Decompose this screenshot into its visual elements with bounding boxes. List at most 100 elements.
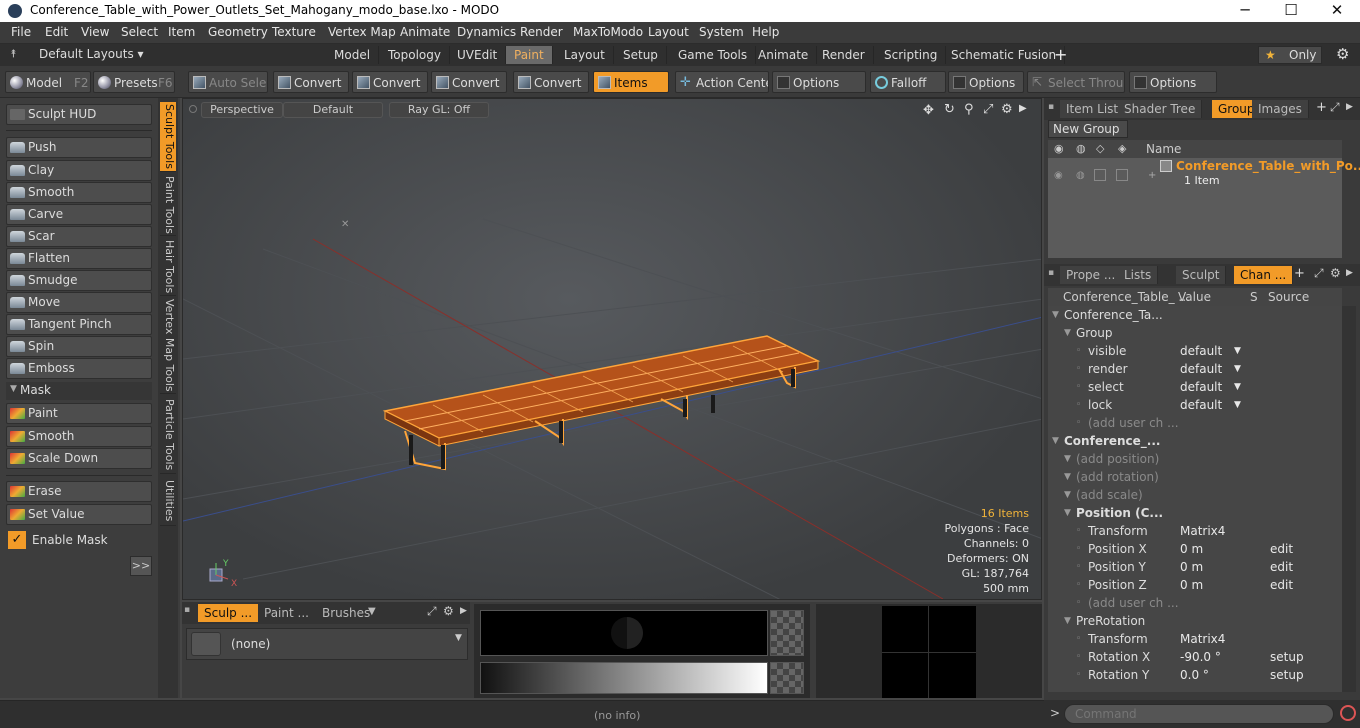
gradient-ramp[interactable] [480, 662, 768, 694]
enable-mask-toggle[interactable]: ✓ Enable Mask [6, 530, 152, 550]
channel-row[interactable]: ▼ Group [1048, 324, 1342, 342]
tool-flatten[interactable]: Flatten [6, 248, 152, 269]
tab-dropdown-icon[interactable]: ▼ [368, 606, 376, 617]
menu-layout[interactable]: Layout [648, 25, 689, 39]
collapse-arrow-icon[interactable]: ▼ [1064, 504, 1071, 522]
channel-row[interactable]: ▼ Conference_... [1048, 432, 1342, 450]
collapse-arrow-icon[interactable]: ▼ [1064, 612, 1071, 630]
vtab-particle-tools[interactable]: Particle Tools [160, 396, 176, 474]
tab-shader-tree[interactable]: Shader Tree [1118, 100, 1203, 118]
convert-button-4[interactable]: Convert [513, 71, 589, 93]
expand-icon[interactable]: ⤢ [1314, 266, 1324, 281]
channel-value[interactable]: Matrix4 [1180, 522, 1225, 540]
collapse-icon[interactable]: ⯭ [10, 47, 17, 61]
panel-gear-icon[interactable]: ⚙ [1330, 266, 1341, 280]
panel-arrow-icon[interactable]: ▶ [460, 606, 467, 616]
lock-toggle[interactable] [1094, 169, 1106, 181]
channel-source[interactable]: edit [1270, 540, 1293, 558]
action-center-button[interactable]: ✛Action Center [675, 71, 769, 93]
command-input[interactable] [1064, 704, 1334, 724]
menu-item[interactable]: Item [168, 25, 195, 39]
menu-texture[interactable]: Texture [272, 25, 316, 39]
tab-paint[interactable]: Paint ... [258, 604, 315, 622]
falloff-button[interactable]: Falloff [870, 71, 946, 93]
expand-icon[interactable]: ⤢ [427, 604, 437, 619]
channel-source[interactable]: setup [1270, 666, 1304, 684]
collapse-arrow-icon[interactable]: ▼ [1064, 486, 1071, 504]
channel-source[interactable]: ▼ [1234, 396, 1241, 414]
tool-emboss[interactable]: Emboss [6, 358, 152, 379]
expand-plus-icon[interactable]: + [1148, 170, 1156, 181]
sculpt-hud-button[interactable]: Sculpt HUD [6, 104, 152, 125]
channel-row[interactable]: ◦ lock default ▼ [1048, 396, 1342, 414]
menu-maxtomodo[interactable]: MaxToModo [573, 25, 643, 39]
menu-system[interactable]: System [699, 25, 744, 39]
convert-button-1[interactable]: Convert [273, 71, 349, 93]
maximize-button[interactable]: ☐ [1268, 0, 1314, 22]
channel-row[interactable]: ▼ Position (C... [1048, 504, 1342, 522]
grip-icon[interactable]: ▪ [1048, 268, 1054, 278]
panel-gear-icon[interactable]: ⚙ [443, 604, 454, 618]
collapse-arrow-icon[interactable]: ▼ [1064, 468, 1071, 486]
vtab-sculpt-tools[interactable]: Sculpt Tools [160, 102, 176, 172]
collapse-arrow-icon[interactable]: ▼ [1064, 450, 1071, 468]
brush-selector[interactable]: (none) ▼ [186, 628, 468, 660]
channel-source[interactable]: ▼ [1234, 360, 1241, 378]
render-icon[interactable]: ◍ [1076, 170, 1085, 181]
channel-row[interactable]: ◦ (add user ch ... [1048, 414, 1342, 432]
channel-value[interactable]: 0 m [1180, 576, 1203, 594]
close-button[interactable]: ✕ [1314, 0, 1360, 22]
channel-dot-icon[interactable]: ◦ [1076, 360, 1081, 378]
vtab-utilities[interactable]: Utilities [160, 476, 176, 526]
mask-smooth-button[interactable]: Smooth [6, 426, 152, 447]
tool-push[interactable]: Push [6, 137, 152, 158]
options-button-3[interactable]: Options [1129, 71, 1217, 93]
only-toggle[interactable]: ★ Only [1258, 46, 1322, 64]
more-button[interactable]: >> [130, 556, 152, 576]
3d-viewport[interactable]: Perspective Default Ray GL: Off ✥ ↻ ⚲ ⤢ … [182, 98, 1042, 600]
channel-dot-icon[interactable]: ◦ [1076, 594, 1081, 612]
tool-spin[interactable]: Spin [6, 336, 152, 357]
menu-render[interactable]: Render [520, 25, 563, 39]
vtab-hair-tools[interactable]: Hair Tools [160, 238, 176, 296]
channel-source[interactable]: edit [1270, 558, 1293, 576]
mask-paint-button[interactable]: Paint [6, 403, 152, 424]
grip-icon[interactable]: ▪ [184, 605, 194, 619]
tool-smooth[interactable]: Smooth [6, 182, 152, 203]
tab-uvedit[interactable]: UVEdit [449, 46, 507, 64]
menu-geometry[interactable]: Geometry [208, 25, 268, 39]
menu-view[interactable]: View [81, 25, 109, 39]
channel-row[interactable]: ◦ (add user ch ... [1048, 594, 1342, 612]
options-button-1[interactable]: Options [772, 71, 866, 93]
convert-button-3[interactable]: Convert [431, 71, 507, 93]
channel-row[interactable]: ◦ select default ▼ [1048, 378, 1342, 396]
channel-dot-icon[interactable]: ◦ [1076, 558, 1081, 576]
new-group-button[interactable]: New Group [1048, 120, 1128, 138]
channel-row[interactable]: ◦ Rotation Y 0.0 ° setup [1048, 666, 1342, 684]
eye-icon[interactable]: ◉ [1054, 170, 1063, 181]
record-icon[interactable] [1340, 705, 1356, 721]
channel-row[interactable]: ◦ Position Y 0 m edit [1048, 558, 1342, 576]
channel-dot-icon[interactable]: ◦ [1076, 630, 1081, 648]
add-tab-button[interactable]: + [1054, 45, 1067, 64]
channel-row[interactable]: ◦ Rotation X -90.0 ° setup [1048, 648, 1342, 666]
panel-arrow-icon[interactable]: ▶ [1346, 102, 1353, 112]
channel-dot-icon[interactable]: ◦ [1076, 540, 1081, 558]
items-button[interactable]: Items [593, 71, 669, 93]
tab-images[interactable]: Images [1252, 100, 1309, 118]
tab-scripting[interactable]: Scripting [876, 46, 947, 64]
channel-source[interactable]: edit [1270, 576, 1293, 594]
channels-scrollbar[interactable] [1342, 306, 1356, 692]
menu-edit[interactable]: Edit [45, 25, 68, 39]
add-tab-icon[interactable]: + [1316, 100, 1327, 115]
channel-row[interactable]: ◦ Position X 0 m edit [1048, 540, 1342, 558]
channel-source[interactable]: setup [1270, 648, 1304, 666]
group-row[interactable]: ◉ ◍ + Conference_Table_with_Po... 1 Item [1048, 158, 1360, 200]
channel-row[interactable]: ▼ Conference_Ta... [1048, 306, 1342, 324]
brush-alpha-swatch[interactable] [770, 610, 804, 656]
tool-smudge[interactable]: Smudge [6, 270, 152, 291]
channel-row[interactable]: ◦ Transform Matrix4 [1048, 522, 1342, 540]
vtab-vertex-map-tools[interactable]: Vertex Map Tools [160, 298, 176, 394]
channel-value[interactable]: -90.0 ° [1180, 648, 1221, 666]
menu-help[interactable]: Help [752, 25, 779, 39]
